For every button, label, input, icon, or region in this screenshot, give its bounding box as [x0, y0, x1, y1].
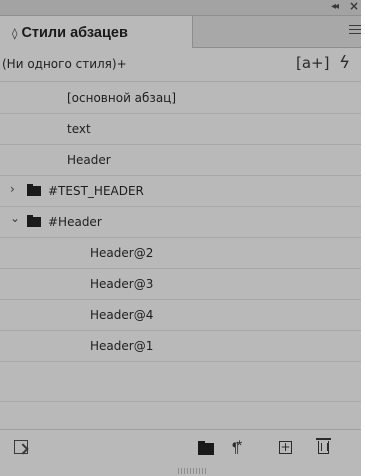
style-label: [основной абзац] [67, 91, 177, 105]
empty-list-area [0, 362, 361, 402]
tab-paragraph-styles[interactable]: ◊ Стили абзацев [0, 16, 193, 48]
trash-icon[interactable] [316, 438, 331, 454]
list-item[interactable]: text [0, 114, 361, 145]
style-label: Header@3 [90, 277, 154, 291]
group-item-test-header[interactable]: › #TEST_HEADER [0, 176, 361, 207]
tab-row: ◊ Стили абзацев [0, 16, 361, 48]
list-item[interactable]: Header [0, 145, 361, 176]
group-label: #TEST_HEADER [48, 184, 144, 198]
close-icon[interactable]: × [349, 0, 359, 13]
collapse-panel-icon[interactable]: ◂◂ [331, 1, 339, 13]
resize-grip[interactable] [178, 468, 208, 474]
chevron-down-icon[interactable]: ⌄ [10, 211, 20, 225]
tab-arrows-icon: ◊ [12, 27, 18, 40]
list-item[interactable]: Header@4 [0, 300, 361, 331]
current-style-label: (Ни одного стиля)+ [2, 57, 127, 71]
chevron-right-icon[interactable]: › [10, 182, 15, 196]
tab-title: Стили абзацев [21, 25, 128, 41]
group-label: #Header [48, 215, 102, 229]
style-label: Header@4 [90, 308, 154, 322]
list-item[interactable]: Header@2 [0, 238, 361, 269]
load-styles-icon[interactable] [14, 440, 28, 454]
group-item-header[interactable]: ⌄ #Header [0, 207, 361, 238]
list-item[interactable]: Header@1 [0, 331, 361, 362]
add-style-icon[interactable]: + [279, 441, 292, 454]
styles-list: [основной абзац] text Header › #TEST_HEA… [0, 83, 361, 402]
panel-topbar: ◂◂ × [0, 0, 361, 16]
folder-icon [27, 184, 41, 196]
clear-overrides-icon[interactable]: ¶⃰ [232, 439, 240, 456]
new-group-icon[interactable] [198, 441, 214, 455]
folder-icon [27, 215, 41, 227]
paragraph-styles-panel: ◂◂ × ◊ Стили абзацев (Ни одного стиля)+ [… [0, 0, 361, 476]
list-item[interactable]: Header@3 [0, 269, 361, 300]
hamburger-menu-icon[interactable] [349, 25, 361, 37]
quick-apply-icon[interactable]: ϟ [339, 53, 350, 73]
style-label: Header [67, 153, 111, 167]
create-style-icon[interactable]: [a+] [296, 54, 329, 72]
style-label: Header@2 [90, 246, 154, 260]
panel-bottom-toolbar: ¶⃰ + [0, 429, 361, 468]
style-label: Header@1 [90, 339, 154, 353]
current-style-row: (Ни одного стиля)+ [a+] ϟ [0, 48, 361, 82]
list-item[interactable]: [основной абзац] [0, 83, 361, 114]
style-label: text [67, 122, 91, 136]
